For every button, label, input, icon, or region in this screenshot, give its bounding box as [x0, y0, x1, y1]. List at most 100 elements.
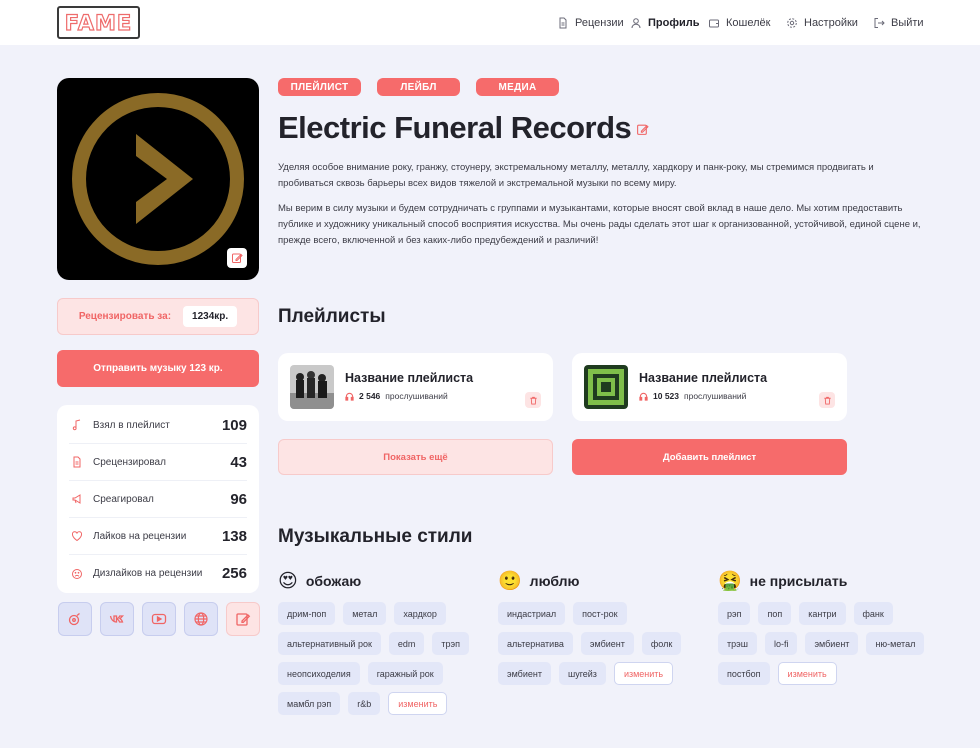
heart-eyes-emoji-icon: 😍 — [278, 570, 298, 592]
nav-settings[interactable]: Настройки — [786, 0, 858, 45]
playlist-cover-image — [290, 365, 334, 409]
music-note-icon — [69, 417, 85, 433]
nav-profile-label: Профиль — [648, 16, 700, 29]
style-chip[interactable]: lo-fi — [764, 632, 798, 655]
heart-icon — [69, 528, 85, 544]
style-chip[interactable]: пост-рок — [573, 602, 627, 625]
style-chip[interactable]: альтернатива — [498, 632, 573, 655]
description-paragraph-1: Уделяя особое внимание року, гранжу, сто… — [278, 162, 874, 189]
stat-value: 109 — [221, 416, 247, 434]
megaphone-icon — [69, 491, 85, 507]
style-chip[interactable]: неопсиходелия — [278, 662, 360, 685]
show-more-playlists-button[interactable]: Показать ещё — [278, 439, 553, 475]
style-chip[interactable]: гаражный рок — [367, 662, 443, 685]
globe-icon — [194, 612, 208, 626]
send-music-button[interactable]: Отправить музыку 123 кр. — [57, 350, 259, 387]
music-app-link[interactable] — [58, 602, 92, 636]
nav-logout-label: Выйти — [891, 16, 924, 29]
playlist-listens-suffix: прослушиваний — [385, 391, 448, 401]
cover-edit-button[interactable] — [227, 248, 247, 268]
style-column-title: не присылать — [749, 573, 848, 589]
playlist-card[interactable]: Название плейлиста 10 523 прослушиваний — [572, 353, 847, 421]
style-chip[interactable]: хардкор — [394, 602, 446, 625]
nav-logout[interactable]: Выйти — [873, 0, 924, 45]
stat-value: 138 — [221, 527, 247, 545]
style-chip[interactable]: дрим-поп — [278, 602, 336, 625]
stat-label: Дизлайков на рецензии — [93, 568, 203, 579]
style-chip[interactable]: альтернативный рок — [278, 632, 381, 655]
stat-value: 96 — [230, 490, 247, 508]
nav-wallet-label: Кошелёк — [726, 16, 771, 29]
style-chip[interactable]: индастриал — [498, 602, 566, 625]
title-edit-button[interactable] — [633, 120, 651, 138]
style-chip[interactable]: эмбиент — [580, 632, 634, 655]
style-chip[interactable]: ню-метал — [866, 632, 925, 655]
style-chip[interactable]: шугейз — [558, 662, 606, 685]
playlist-cover-image — [584, 365, 628, 409]
edit-icon — [232, 253, 243, 263]
style-chip[interactable]: эмбиент — [805, 632, 859, 655]
playlist-name: Название плейлиста — [639, 371, 768, 385]
style-chip[interactable]: трэп — [432, 632, 470, 655]
style-chips: индастриал пост-рок альтернатива эмбиент… — [498, 602, 708, 685]
style-chip[interactable]: трэш — [718, 632, 757, 655]
vk-link[interactable] — [100, 602, 134, 636]
style-chips: дрим-поп метал хардкор альтернативный ро… — [278, 602, 488, 715]
stat-label: Срецензировал — [93, 456, 166, 468]
add-playlist-button[interactable]: Добавить плейлист — [572, 439, 847, 475]
change-styles-button[interactable]: изменить — [388, 692, 448, 715]
music-app-icon — [68, 612, 80, 626]
style-chip[interactable]: фолк — [641, 632, 682, 655]
smile-emoji-icon: 🙂 — [498, 570, 522, 592]
stat-row: Взял в плейлист 109 — [69, 407, 247, 444]
change-styles-button[interactable]: изменить — [777, 662, 837, 685]
style-chip[interactable]: фанк — [853, 602, 893, 625]
youtube-link[interactable] — [142, 602, 176, 636]
profile-cover-image — [57, 78, 259, 280]
stat-row: Среагировал 96 — [69, 481, 247, 518]
style-column-title: обожаю — [305, 573, 362, 589]
style-chip[interactable]: r&b — [348, 692, 381, 715]
nav-profile[interactable]: Профиль — [630, 0, 699, 45]
tag-playlist[interactable]: ПЛЕЙЛИСТ — [278, 78, 361, 96]
profile-title: Electric Funeral Records — [278, 110, 632, 145]
vomit-emoji-icon: 🤮 — [718, 570, 742, 592]
wallet-icon — [709, 19, 719, 27]
stat-label: Взял в плейлист — [93, 419, 170, 431]
website-link[interactable] — [184, 602, 218, 636]
youtube-icon — [151, 613, 167, 625]
stat-value: 43 — [230, 453, 247, 471]
nav-reviews-label: Рецензии — [575, 16, 624, 29]
logout-icon — [874, 17, 885, 28]
style-chips: рэп поп кантри фанк трэш lo-fi эмбиент н… — [718, 602, 928, 685]
nav-reviews[interactable]: Рецензии — [557, 0, 624, 45]
sad-face-icon — [69, 566, 85, 582]
playlist-delete-button[interactable] — [819, 392, 835, 408]
socials-edit-button[interactable] — [226, 602, 260, 636]
review-price-value[interactable]: 1234кр. — [183, 306, 238, 327]
style-chip[interactable]: эмбиент — [498, 662, 551, 685]
style-chip[interactable]: поп — [758, 602, 792, 625]
style-chip[interactable]: кантри — [799, 602, 846, 625]
style-column-title: люблю — [529, 573, 580, 589]
vk-icon — [109, 615, 125, 623]
style-chip[interactable]: рэп — [718, 602, 751, 625]
style-chip[interactable]: метал — [343, 602, 387, 625]
tag-media[interactable]: МЕДИА — [476, 78, 559, 96]
headphones-icon — [639, 392, 648, 401]
nav-wallet[interactable]: Кошелёк — [708, 0, 770, 45]
style-chip[interactable]: мамбл рэп — [278, 692, 341, 715]
profile-tags: ПЛЕЙЛИСТ ЛЕЙБЛ МЕДИА — [278, 78, 559, 96]
style-chip[interactable]: edm — [388, 632, 425, 655]
style-chip[interactable]: постбоп — [718, 662, 770, 685]
social-links — [58, 602, 260, 636]
headphones-icon — [345, 392, 354, 401]
fame-logo[interactable]: FAME — [57, 6, 140, 39]
change-styles-button[interactable]: изменить — [613, 662, 674, 685]
tag-label[interactable]: ЛЕЙБЛ — [377, 78, 460, 96]
playlist-delete-button[interactable] — [525, 392, 541, 408]
document-icon — [559, 17, 567, 28]
playlist-card[interactable]: Название плейлиста 2 546 прослушиваний — [278, 353, 553, 421]
stats-card: Взял в плейлист 109 Срецензировал 43 Сре… — [57, 405, 259, 593]
stat-label: Лайков на рецензии — [93, 530, 187, 542]
